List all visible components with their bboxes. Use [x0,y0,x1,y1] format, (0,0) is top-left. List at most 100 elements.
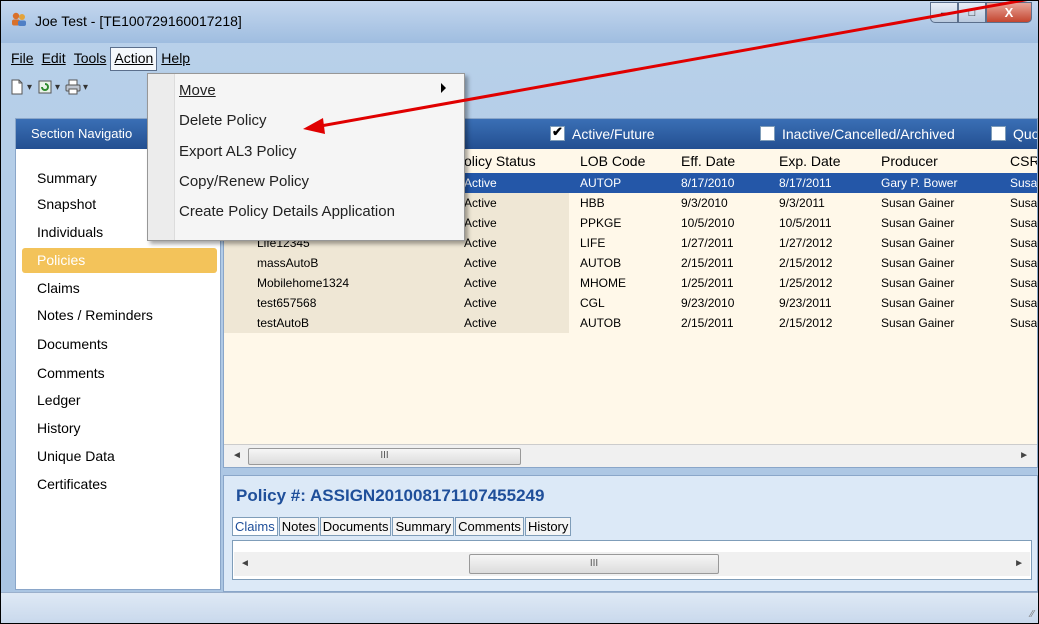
menu-action[interactable]: Action [110,47,158,71]
sidebar-item-notes-reminders[interactable]: Notes / Reminders [22,303,217,328]
print-icon[interactable] [65,79,81,95]
chevron-down-icon[interactable]: ▾ [83,82,91,93]
window-controls: – □ X [930,2,1032,24]
table-cell-lob: AUTOB [580,316,622,330]
table-cell-csr: Susa [1010,176,1038,190]
table-cell-producer: Susan Gainer [881,276,955,290]
chevron-down-icon[interactable]: ▾ [55,82,63,93]
table-cell-csr: Susa [1010,236,1038,250]
menu-item-export-al3-policy[interactable]: Export AL3 Policy [179,143,297,160]
table-cell-status: Active [464,216,497,230]
menu-edit[interactable]: Edit [38,47,70,71]
tab-documents[interactable]: Documents [319,517,392,536]
tab-summary[interactable]: Summary [392,517,455,536]
policy-detail-content: ◄ III ► [232,540,1032,580]
menu-help[interactable]: Help [157,47,194,71]
menu-item-delete-policy[interactable]: Delete Policy [179,112,267,129]
sidebar-item-policies[interactable]: Policies [22,248,217,273]
sidebar-item-claims[interactable]: Claims [22,276,217,301]
table-cell-csr: Susa [1010,316,1038,330]
quote-label: Quo [1013,126,1038,142]
scroll-right-icon[interactable]: ► [1019,450,1029,461]
tab-history[interactable]: History [524,517,572,536]
table-cell-exp: 9/23/2011 [779,296,832,310]
scroll-left-icon[interactable]: ◄ [232,450,242,461]
policies-horizontal-scrollbar[interactable]: ◄ III ► [224,444,1037,467]
chevron-down-icon[interactable]: ▾ [27,82,35,93]
table-row[interactable]: test657568 Active CGL 9/23/2010 9/23/2011 Sus… [224,293,1037,313]
column-header[interactable]: Exp. Date [779,153,840,169]
new-document-icon[interactable] [9,79,25,95]
column-header[interactable]: olicy Status [464,153,536,169]
table-cell-exp: 2/15/2012 [779,316,833,330]
menu-bar: File Edit Tools Action Help [7,47,194,71]
tab-notes[interactable]: Notes [278,517,319,536]
table-cell-lob: CGL [580,296,605,310]
table-cell-lob: LIFE [580,236,606,250]
chevron-right-icon [441,83,446,93]
sidebar-item-history[interactable]: History [22,416,217,441]
menu-file[interactable]: File [7,47,38,71]
tab-comments[interactable]: Comments [455,517,524,536]
table-row[interactable]: testAutoB Active AUTOB 2/15/2011 2/15/2012 Su… [224,313,1038,333]
sidebar-item-documents[interactable]: Documents [22,332,217,357]
menu-item-create-policy-details-application[interactable]: Create Policy Details Application [179,203,395,220]
detail-horizontal-scrollbar[interactable]: ◄ III ► [234,552,1030,576]
table-cell-lob: AUTOP [580,176,622,190]
table-cell-exp: 9/3/2011 [779,196,825,210]
scrollbar-thumb[interactable]: III [248,448,521,465]
menu-item-move[interactable]: Move [179,82,216,99]
table-cell-status: Active [464,236,497,250]
table-cell-producer: Susan Gainer [881,316,955,330]
sidebar-item-certificates[interactable]: Certificates [22,472,217,497]
column-header[interactable]: LOB Code [580,153,645,169]
policy-detail-panel: Policy #: ASSIGN201008171107455249 Claim… [223,475,1038,592]
table-cell-csr: Susa [1010,196,1038,210]
table-cell-csr: Susa [1010,256,1038,270]
status-bar: ⁄⁄ [1,592,1038,623]
table-cell-lob: HBB [580,196,605,210]
action-menu-dropdown: Move Delete Policy Export AL3 Policy Copy/R… [147,73,465,241]
menu-tools[interactable]: Tools [70,47,111,71]
menu-item-copy-renew-policy[interactable]: Copy/Renew Policy [179,173,309,190]
table-cell-producer: Gary P. Bower [881,176,958,190]
table-cell-status: Active [464,176,497,190]
table-cell-csr: Susa [1010,276,1038,290]
table-cell-exp: 2/15/2012 [779,256,833,270]
table-row[interactable]: massAutoB Active AUTOB 2/15/2011 2/15/2012 Su… [224,253,1038,273]
window-title: Joe Test - [TE100729160017218] [35,13,242,29]
table-cell-producer: Susan Gainer [881,236,955,250]
quote-checkbox[interactable] [991,126,1006,141]
table-row[interactable]: Mobilehome1324 Active MHOME 1/25/2011 1/25/2… [224,273,1038,293]
table-cell-producer: Susan Gainer [881,256,955,270]
table-cell-eff: 2/15/2011 [681,256,734,270]
table-cell-status: Active [464,196,497,210]
table-cell-lob: PPKGE [580,216,622,230]
tab-claims[interactable]: Claims [232,517,278,536]
maximize-button[interactable]: □ [958,2,986,23]
close-button[interactable]: X [986,2,1032,23]
table-cell-status: Active [464,316,497,330]
column-header[interactable]: Producer [881,153,938,169]
table-cell-csr: Susa [1010,216,1038,230]
resize-grip-icon[interactable]: ⁄⁄ [1031,609,1034,620]
title-bar: Joe Test - [TE100729160017218] – □ X [1,1,1038,43]
column-header[interactable]: Eff. Date [681,153,735,169]
table-cell-producer: Susan Gainer [881,196,955,210]
sidebar-item-ledger[interactable]: Ledger [22,388,217,413]
scroll-right-icon[interactable]: ► [1014,558,1024,569]
minimize-button[interactable]: – [930,2,958,23]
table-cell-eff: 2/15/2011 [681,316,734,330]
scrollbar-thumb[interactable]: III [469,554,719,574]
column-header[interactable]: CSR [1010,153,1037,169]
table-cell-eff: 10/5/2010 [681,216,735,230]
table-cell-policy: massAutoB [257,256,319,270]
sidebar-item-comments[interactable]: Comments [22,361,217,386]
active-future-checkbox[interactable]: ✔ [550,124,565,141]
refresh-icon[interactable] [37,79,53,95]
inactive-label: Inactive/Cancelled/Archived [782,126,955,142]
inactive-checkbox[interactable] [760,126,775,141]
table-cell-eff: 1/25/2011 [681,276,734,290]
scroll-left-icon[interactable]: ◄ [240,558,250,569]
sidebar-item-unique-data[interactable]: Unique Data [22,444,217,469]
